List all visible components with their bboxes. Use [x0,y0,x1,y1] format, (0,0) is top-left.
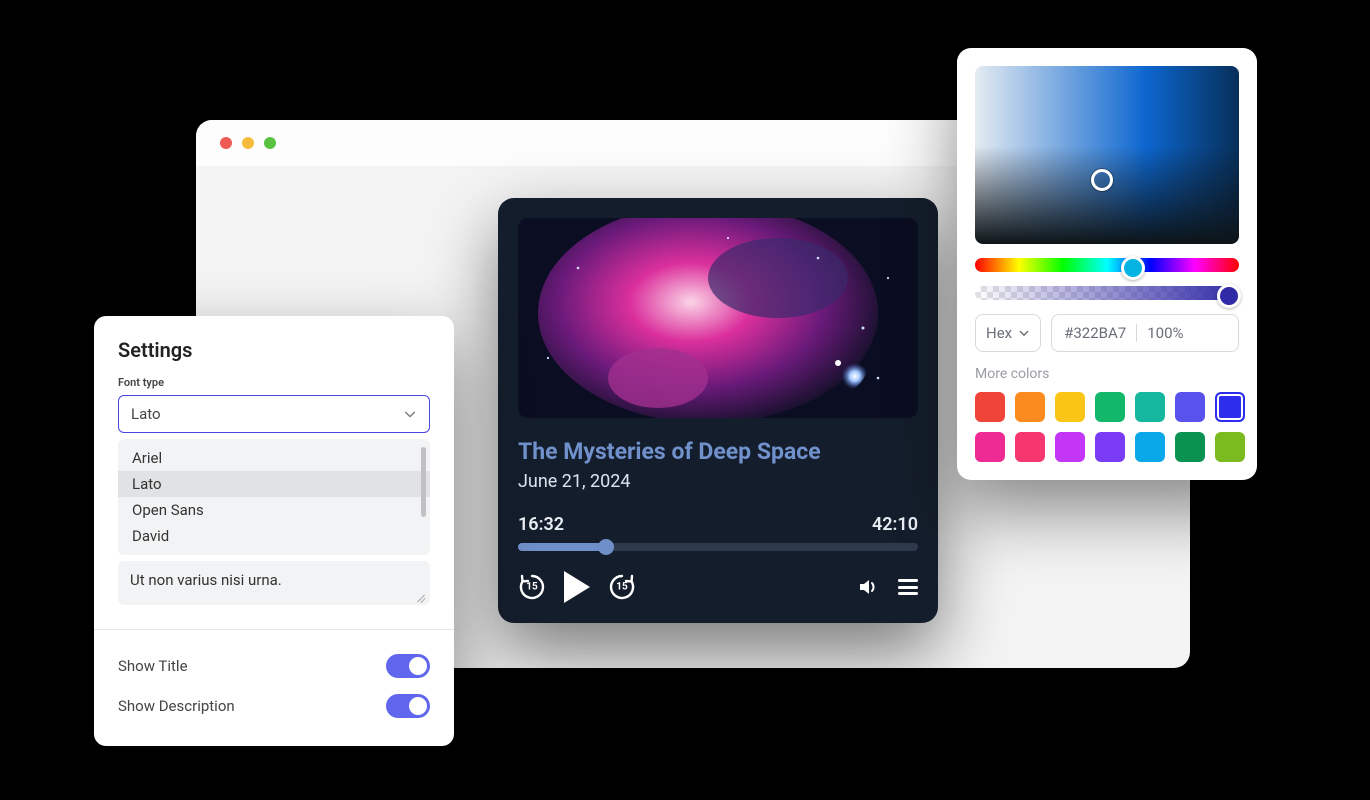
saturation-value-field[interactable] [975,66,1239,244]
font-type-select[interactable]: Lato [118,395,430,433]
color-swatch[interactable] [1175,432,1205,462]
more-colors-label: More colors [975,366,1239,382]
divider [94,629,454,630]
settings-title: Settings [118,338,430,362]
color-swatch[interactable] [1015,432,1045,462]
dropdown-scrollbar[interactable] [421,447,426,517]
episode-date: June 21, 2024 [518,471,918,492]
color-swatch[interactable] [1055,432,1085,462]
color-hex-value: #322BA7 [1064,324,1126,342]
settings-panel: Settings Font type Lato Ariel Lato Open … [94,316,454,746]
episode-artwork [518,218,918,418]
alpha-slider[interactable] [975,286,1239,300]
color-picker-panel: Hex #322BA7 100% More colors [957,48,1257,480]
alpha-thumb[interactable] [1217,284,1241,308]
show-description-toggle[interactable] [386,694,430,718]
show-description-label: Show Description [118,697,235,715]
window-zoom-dot[interactable] [264,137,276,149]
skip-forward-15-button[interactable]: 15 [608,573,636,601]
hue-slider[interactable] [975,258,1239,272]
color-swatch[interactable] [1095,432,1125,462]
color-mode-select[interactable]: Hex [975,314,1041,352]
hue-thumb[interactable] [1121,256,1145,280]
font-option-david[interactable]: David [118,523,430,549]
show-title-toggle[interactable] [386,654,430,678]
episode-title: The Mysteries of Deep Space [518,438,918,465]
color-swatch[interactable] [1055,392,1085,422]
color-swatch[interactable] [1135,392,1165,422]
saturation-cursor[interactable] [1091,169,1113,191]
color-alpha-value: 100% [1147,324,1183,342]
textarea-sample[interactable]: Ut non varius nisi urna. [118,561,430,605]
time-total: 42:10 [872,514,918,535]
font-option-opensans[interactable]: Open Sans [118,497,430,523]
textarea-resize-grip[interactable] [416,591,426,601]
play-button[interactable] [564,571,590,603]
swatches [975,392,1239,462]
show-title-label: Show Title [118,657,188,675]
playlist-menu-button[interactable] [898,579,918,595]
volume-icon [856,575,880,599]
chevron-down-icon [1018,327,1030,339]
chevron-down-icon [403,407,417,421]
font-option-ariel[interactable]: Ariel [118,445,430,471]
volume-button[interactable] [856,575,880,599]
color-value-field[interactable]: #322BA7 100% [1051,314,1239,352]
color-swatch[interactable] [1215,432,1245,462]
progress-slider[interactable] [518,543,918,551]
font-type-label: Font type [118,376,430,389]
color-swatch[interactable] [1095,392,1125,422]
color-swatch[interactable] [1135,432,1165,462]
skip-back-15-button[interactable]: 15 [518,573,546,601]
font-type-selected: Lato [131,405,161,423]
color-swatch[interactable] [1175,392,1205,422]
color-swatch[interactable] [1215,392,1245,422]
font-type-dropdown: Ariel Lato Open Sans David [118,439,430,555]
window-close-dot[interactable] [220,137,232,149]
window-minimize-dot[interactable] [242,137,254,149]
audio-player-card: The Mysteries of Deep Space June 21, 202… [498,198,938,623]
font-option-lato[interactable]: Lato [118,471,430,497]
time-elapsed: 16:32 [518,514,564,535]
color-swatch[interactable] [1015,392,1045,422]
color-swatch[interactable] [975,432,1005,462]
color-swatch[interactable] [975,392,1005,422]
